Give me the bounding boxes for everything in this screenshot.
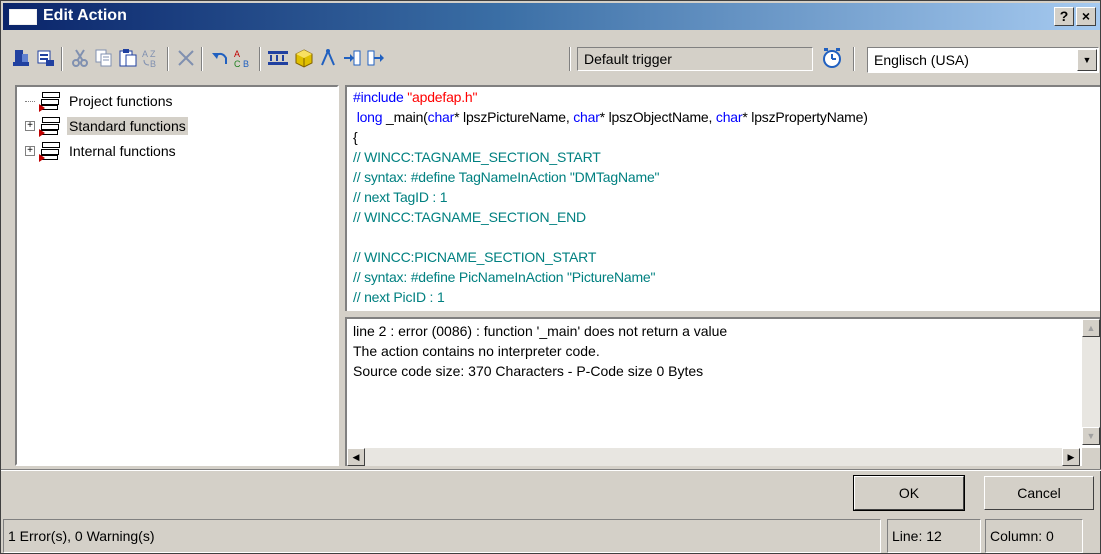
function-tree[interactable]: Project functions + Standard functions +… — [15, 85, 339, 466]
language-select[interactable]: Englisch (USA) ▼ — [867, 47, 1099, 73]
cancel-button[interactable]: Cancel — [984, 476, 1094, 510]
properties-icon[interactable] — [317, 47, 339, 69]
tree-item-internal-functions[interactable]: + Internal functions — [25, 140, 178, 162]
tree-item-label: Standard functions — [67, 117, 188, 135]
svg-text:A: A — [142, 49, 148, 59]
paste-icon[interactable] — [117, 47, 139, 69]
function-library-icon — [39, 141, 61, 162]
status-messages: 1 Error(s), 0 Warning(s) — [3, 519, 881, 553]
chevron-down-icon[interactable]: ▼ — [1077, 49, 1097, 71]
code-line: // WINCC:TAGNAME_SECTION_START — [353, 149, 601, 165]
function-library-icon — [39, 116, 61, 137]
help-button[interactable]: ? — [1054, 7, 1074, 26]
output-line: The action contains no interpreter code. — [353, 343, 600, 359]
compile-icon[interactable] — [35, 47, 57, 69]
tree-item-project-functions[interactable]: Project functions — [25, 90, 175, 112]
trigger-field: Default trigger — [577, 47, 813, 71]
svg-text:C: C — [234, 59, 241, 68]
expand-icon[interactable]: + — [25, 146, 35, 156]
code-editor[interactable]: #include "apdefap.h" long _main(char* lp… — [345, 85, 1100, 311]
output-line: line 2 : error (0086) : function '_main'… — [353, 323, 728, 339]
undo-icon[interactable] — [209, 47, 231, 69]
compiler-output[interactable]: line 2 : error (0086) : function '_main'… — [345, 317, 1100, 466]
svg-text:A: A — [234, 49, 240, 59]
horizontal-scrollbar[interactable]: ◀ ▶ — [347, 448, 1080, 466]
import-icon[interactable] — [341, 47, 363, 69]
delete-icon[interactable] — [175, 47, 197, 69]
scroll-down-icon[interactable]: ▼ — [1082, 427, 1100, 445]
status-column: Column: 0 — [985, 519, 1083, 553]
status-line: Line: 12 — [887, 519, 981, 553]
object-icon[interactable] — [293, 47, 315, 69]
code-line: // next PicID : 1 — [353, 289, 445, 305]
output-line: Source code size: 370 Characters - P-Cod… — [353, 363, 704, 379]
divider — [1, 469, 1101, 471]
trigger-clock-icon[interactable] — [821, 47, 843, 69]
code-line: long _main(char* lpszPictureName, char* … — [353, 109, 868, 125]
spell-check-icon[interactable]: ACB — [233, 47, 255, 69]
edit-action-window: Edit Action ? × AZB A C B Default trigge… — [0, 0, 1101, 554]
code-line: // WINCC:PICNAME_SECTION_START — [353, 249, 597, 265]
cut-icon[interactable] — [69, 47, 91, 69]
svg-text:B: B — [243, 59, 249, 68]
scrollbar-corner — [1082, 448, 1100, 466]
vertical-scrollbar[interactable]: ▲ ▼ — [1082, 319, 1100, 445]
export-icon[interactable] — [365, 47, 387, 69]
code-line: { — [353, 129, 358, 145]
title-bar[interactable]: Edit Action ? × — [3, 3, 1100, 30]
ok-button[interactable]: OK — [853, 475, 965, 511]
code-line: // syntax: #define PicNameInAction "Pict… — [353, 269, 656, 285]
window-title: Edit Action — [43, 7, 127, 24]
code-line: // next TagID : 1 — [353, 189, 448, 205]
tree-item-label: Internal functions — [69, 143, 176, 159]
replace-icon[interactable]: AZB — [141, 47, 163, 69]
code-line: // syntax: #define TagNameInAction "DMTa… — [353, 169, 660, 185]
toolbar: AZB ACB Default trigger Englisch (USA) ▼ — [3, 33, 1100, 79]
language-value: Englisch (USA) — [874, 52, 969, 68]
expand-icon[interactable]: + — [25, 121, 35, 131]
svg-text:Z: Z — [150, 49, 156, 59]
svg-text:B: B — [150, 59, 156, 68]
copy-icon[interactable] — [93, 47, 115, 69]
status-bar: 1 Error(s), 0 Warning(s) Line: 12 Column… — [1, 517, 1101, 554]
compile-all-icon[interactable] — [11, 47, 33, 69]
window-icon — [9, 9, 37, 25]
close-button[interactable]: × — [1076, 7, 1096, 26]
tree-item-standard-functions[interactable]: + Standard functions — [25, 115, 188, 137]
tree-item-label: Project functions — [69, 93, 173, 109]
scroll-up-icon[interactable]: ▲ — [1082, 319, 1100, 337]
scroll-right-icon[interactable]: ▶ — [1062, 448, 1080, 466]
code-line: #include "apdefap.h" — [353, 89, 478, 105]
function-library-icon — [39, 91, 61, 112]
scroll-left-icon[interactable]: ◀ — [347, 448, 365, 466]
code-line: // WINCC:TAGNAME_SECTION_END — [353, 209, 586, 225]
tag-icon[interactable] — [267, 47, 289, 69]
